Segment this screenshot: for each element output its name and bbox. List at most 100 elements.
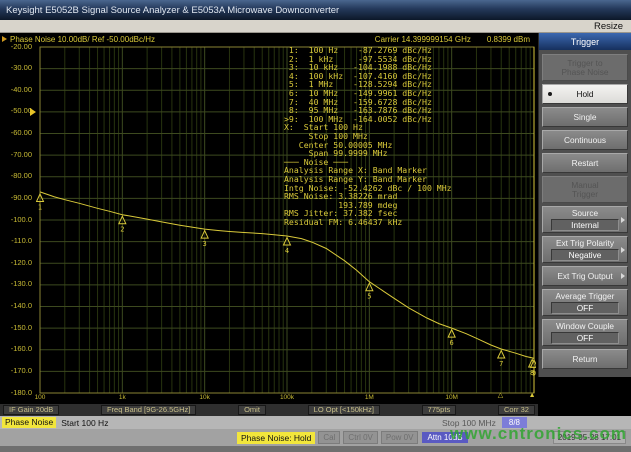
menu-item-value: OFF (551, 302, 619, 314)
status-chip-corr-32: Corr 32 (498, 405, 535, 415)
menu-item-ext-trig-polarity[interactable]: Ext Trig PolarityNegative (542, 236, 628, 263)
menu-item-label: Single (573, 113, 596, 122)
menu-item-value: OFF (551, 332, 619, 344)
menu-item-label: Hold (576, 90, 593, 99)
x-tick-label: 1M (356, 394, 382, 401)
submenu-arrow-icon (621, 247, 625, 253)
application-window: Keysight E5052B Signal Source Analyzer &… (0, 0, 631, 452)
y-tick-label: -120.0 (0, 259, 32, 267)
menu-item-window-couple[interactable]: Window CoupleOFF (542, 319, 628, 346)
active-trace-icon (2, 36, 7, 42)
inactive-status-chips: CalCtrl 0V Pow 0V (315, 431, 418, 444)
softkey-menu-panel: Trigger Trigger toPhase Noise Hold Single C… (538, 33, 631, 377)
instrument-screen: Phase Noise 10.00dB/ Ref -50.00dBc/Hz Ca… (0, 33, 538, 404)
menu-item-label: Average Trigger (556, 292, 615, 301)
menu-item-value: Internal (551, 219, 619, 231)
trace-marker-number-2: 2 (120, 226, 124, 234)
trace-marker-number-9: 9 (532, 369, 536, 377)
window-menubar: Resize (0, 20, 631, 33)
y-tick-label: -170.0 (0, 367, 32, 375)
trace-marker-number-5: 5 (367, 293, 371, 301)
window-titlebar: Keysight E5052B Signal Source Analyzer &… (0, 0, 631, 20)
submenu-arrow-icon (621, 273, 625, 279)
status-chip-freq-band-9g-26-5ghz: Freq Band [9G-26.5GHz] (101, 405, 196, 415)
y-tick-label: -160.0 (0, 345, 32, 353)
trace-marker-number-4: 4 (285, 247, 289, 255)
menu-item-label: Ext Trig Output (557, 272, 612, 281)
y-tick-label: -150.0 (0, 324, 32, 332)
submenu-arrow-icon (621, 217, 625, 223)
y-tick-label: -110.0 (0, 237, 32, 245)
y-tick-label: -100.0 (0, 216, 32, 224)
menu-item-label: Ext Trig Polarity (556, 239, 614, 248)
menu-item-label-line2: Trigger (572, 190, 598, 199)
marker-readout: 1: 100 Hz -87.2769 dBc/Hz 2: 1 kHz -97.5… (284, 46, 452, 226)
y-tick-label: -140.0 (0, 302, 32, 310)
menu-item-average-trigger[interactable]: Average TriggerOFF (542, 289, 628, 316)
watermark-text: www.cntronics.com (450, 424, 627, 444)
window-title: Keysight E5052B Signal Source Analyzer &… (6, 5, 339, 16)
menu-item-value: Negative (551, 249, 619, 261)
status-chip-omit: Omit (238, 405, 266, 415)
trace-marker-number-3: 3 (203, 240, 207, 248)
menu-item-continuous[interactable]: Continuous (542, 130, 628, 150)
status-chip-ctrl-0v: Ctrl 0V (343, 431, 377, 444)
footer-strip (0, 446, 631, 452)
y-tick-label: -50.00 (0, 107, 32, 115)
y-tick-label: -70.00 (0, 151, 32, 159)
carrier-readout: Carrier 14.399999154 GHz 0.8399 dBm (375, 35, 530, 44)
trace-marker-number-7: 7 (499, 360, 503, 368)
menu-item-label: Window Couple (556, 322, 614, 331)
x-tick-label: 10M (439, 394, 465, 401)
y-tick-label: -30.00 (0, 64, 32, 72)
status-chip-if-gain-20db: IF Gain 20dB (3, 405, 59, 415)
menu-item-label: Return (573, 355, 598, 364)
trace-marker-number-1: 1 (38, 203, 42, 211)
menu-item-label: Source (572, 209, 598, 218)
start-frequency-label: Start 100 Hz (61, 418, 108, 428)
menu-item-manual: ManualTrigger (542, 176, 628, 203)
status-chip-lo-opt-150khz: LO Opt [<150kHz] (308, 405, 380, 415)
menu-item-trigger-to: Trigger toPhase Noise (542, 54, 628, 81)
trace-marker-flag-3 (201, 231, 208, 239)
band-marker-open-icon: △ (498, 392, 503, 399)
carrier-power: 0.8399 dBm (487, 35, 530, 44)
y-tick-label: -90.00 (0, 194, 32, 202)
menu-item-label: Restart (572, 159, 599, 168)
status-chip-775pts: 775pts (422, 405, 457, 415)
resize-menu-item[interactable]: Resize (594, 21, 623, 32)
trigger-state-chip: Phase Noise: Hold (237, 432, 315, 444)
menu-item-restart[interactable]: Restart (542, 153, 628, 173)
y-tick-label: -40.00 (0, 86, 32, 94)
menu-header-trigger: Trigger (539, 33, 631, 50)
selected-bullet-icon (548, 92, 552, 96)
menu-item-source[interactable]: SourceInternal (542, 206, 628, 233)
trace-marker-flag-6 (448, 330, 455, 338)
y-tick-label: -60.00 (0, 129, 32, 137)
x-tick-label: 100k (274, 394, 300, 401)
band-marker-filled-icon: ▲ (529, 392, 536, 399)
status-chip-cal: Cal (318, 431, 340, 444)
menu-items: Trigger toPhase Noise Hold Single Continuou… (539, 54, 631, 369)
x-tick-label: 100 (27, 394, 53, 401)
measurement-tab-phase-noise[interactable]: Phase Noise (2, 417, 56, 428)
status-chip-pow-0v: Pow 0V (381, 431, 419, 444)
x-tick-label: 10k (192, 394, 218, 401)
menu-item-ext-trig-output[interactable]: Ext Trig Output (542, 266, 628, 286)
trace-marker-flag-7 (498, 351, 505, 359)
y-tick-label: -130.0 (0, 280, 32, 288)
softkey-menu: Trigger Trigger toPhase Noise Hold Single C… (538, 33, 631, 416)
menu-item-hold[interactable]: Hold (542, 84, 628, 104)
trace-marker-number-6: 6 (450, 339, 454, 347)
trace-marker-flag-5 (366, 283, 373, 291)
menu-item-return[interactable]: Return (542, 349, 628, 369)
measurement-status-row: IF Gain 20dB Freq Band [9G-26.5GHz] Omit LO… (0, 404, 538, 416)
menu-item-label-line2: Phase Noise (561, 68, 608, 77)
menu-item-single[interactable]: Single (542, 107, 628, 127)
menu-item-label: Continuous (564, 136, 606, 145)
x-tick-label: 1k (109, 394, 135, 401)
y-tick-label: -20.00 (0, 43, 32, 51)
carrier-frequency: Carrier 14.399999154 GHz (375, 35, 471, 44)
y-tick-label: -80.00 (0, 172, 32, 180)
trace-marker-flag-1 (37, 194, 44, 202)
